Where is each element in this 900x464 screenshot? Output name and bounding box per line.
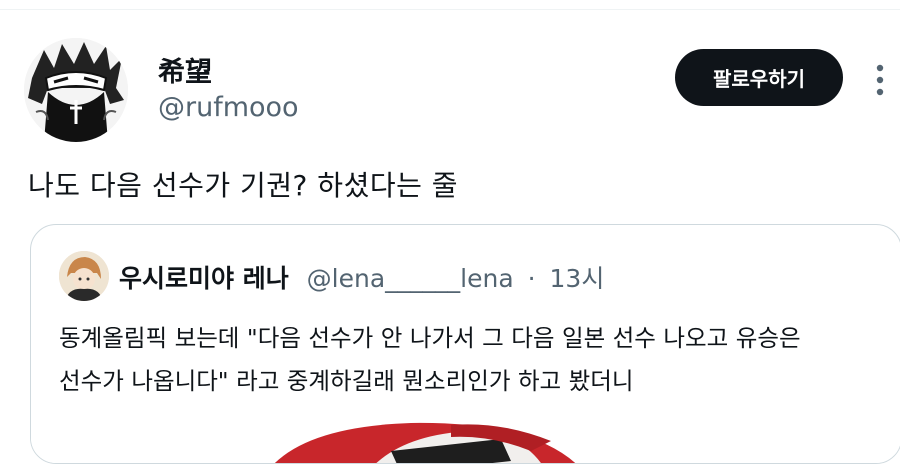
author-display-name[interactable]: 希望 [158, 50, 212, 89]
quoted-tweet-card[interactable]: 우시로미야 레나 @lena______lena · 13시 동계올림픽 보는데… [30, 224, 900, 464]
quoted-text-line-1: 동계올림픽 보는데 "다음 선수가 안 나가서 그 다음 일본 선수 나오고 유… [59, 324, 801, 352]
meta-separator: · [527, 264, 536, 293]
top-divider [0, 9, 900, 10]
quoted-text-line-2: 선수가 나옵니다" 라고 중계하길래 뭔소리인가 하고 봤더니 [59, 367, 634, 395]
tweet-text: 나도 다음 선수가 기권? 하셨다는 줄 [28, 169, 459, 202]
quoted-header: 우시로미야 레나 @lena______lena · 13시 [119, 259, 604, 295]
quoted-timestamp[interactable]: 13시 [550, 264, 605, 293]
quoted-tweet-text: 동계올림픽 보는데 "다음 선수가 안 나가서 그 다음 일본 선수 나오고 유… [59, 317, 879, 403]
more-vertical-icon[interactable] [872, 63, 888, 97]
quoted-author-handle[interactable]: @lena______lena [307, 264, 514, 293]
quoted-media-image[interactable] [31, 421, 900, 463]
follow-button[interactable]: 팔로우하기 [675, 49, 843, 106]
author-handle[interactable]: @rufmooo [158, 92, 299, 123]
quoted-author-name[interactable]: 우시로미야 레나 [119, 264, 289, 293]
quoted-author-avatar[interactable] [59, 251, 109, 301]
author-avatar[interactable] [24, 38, 128, 142]
